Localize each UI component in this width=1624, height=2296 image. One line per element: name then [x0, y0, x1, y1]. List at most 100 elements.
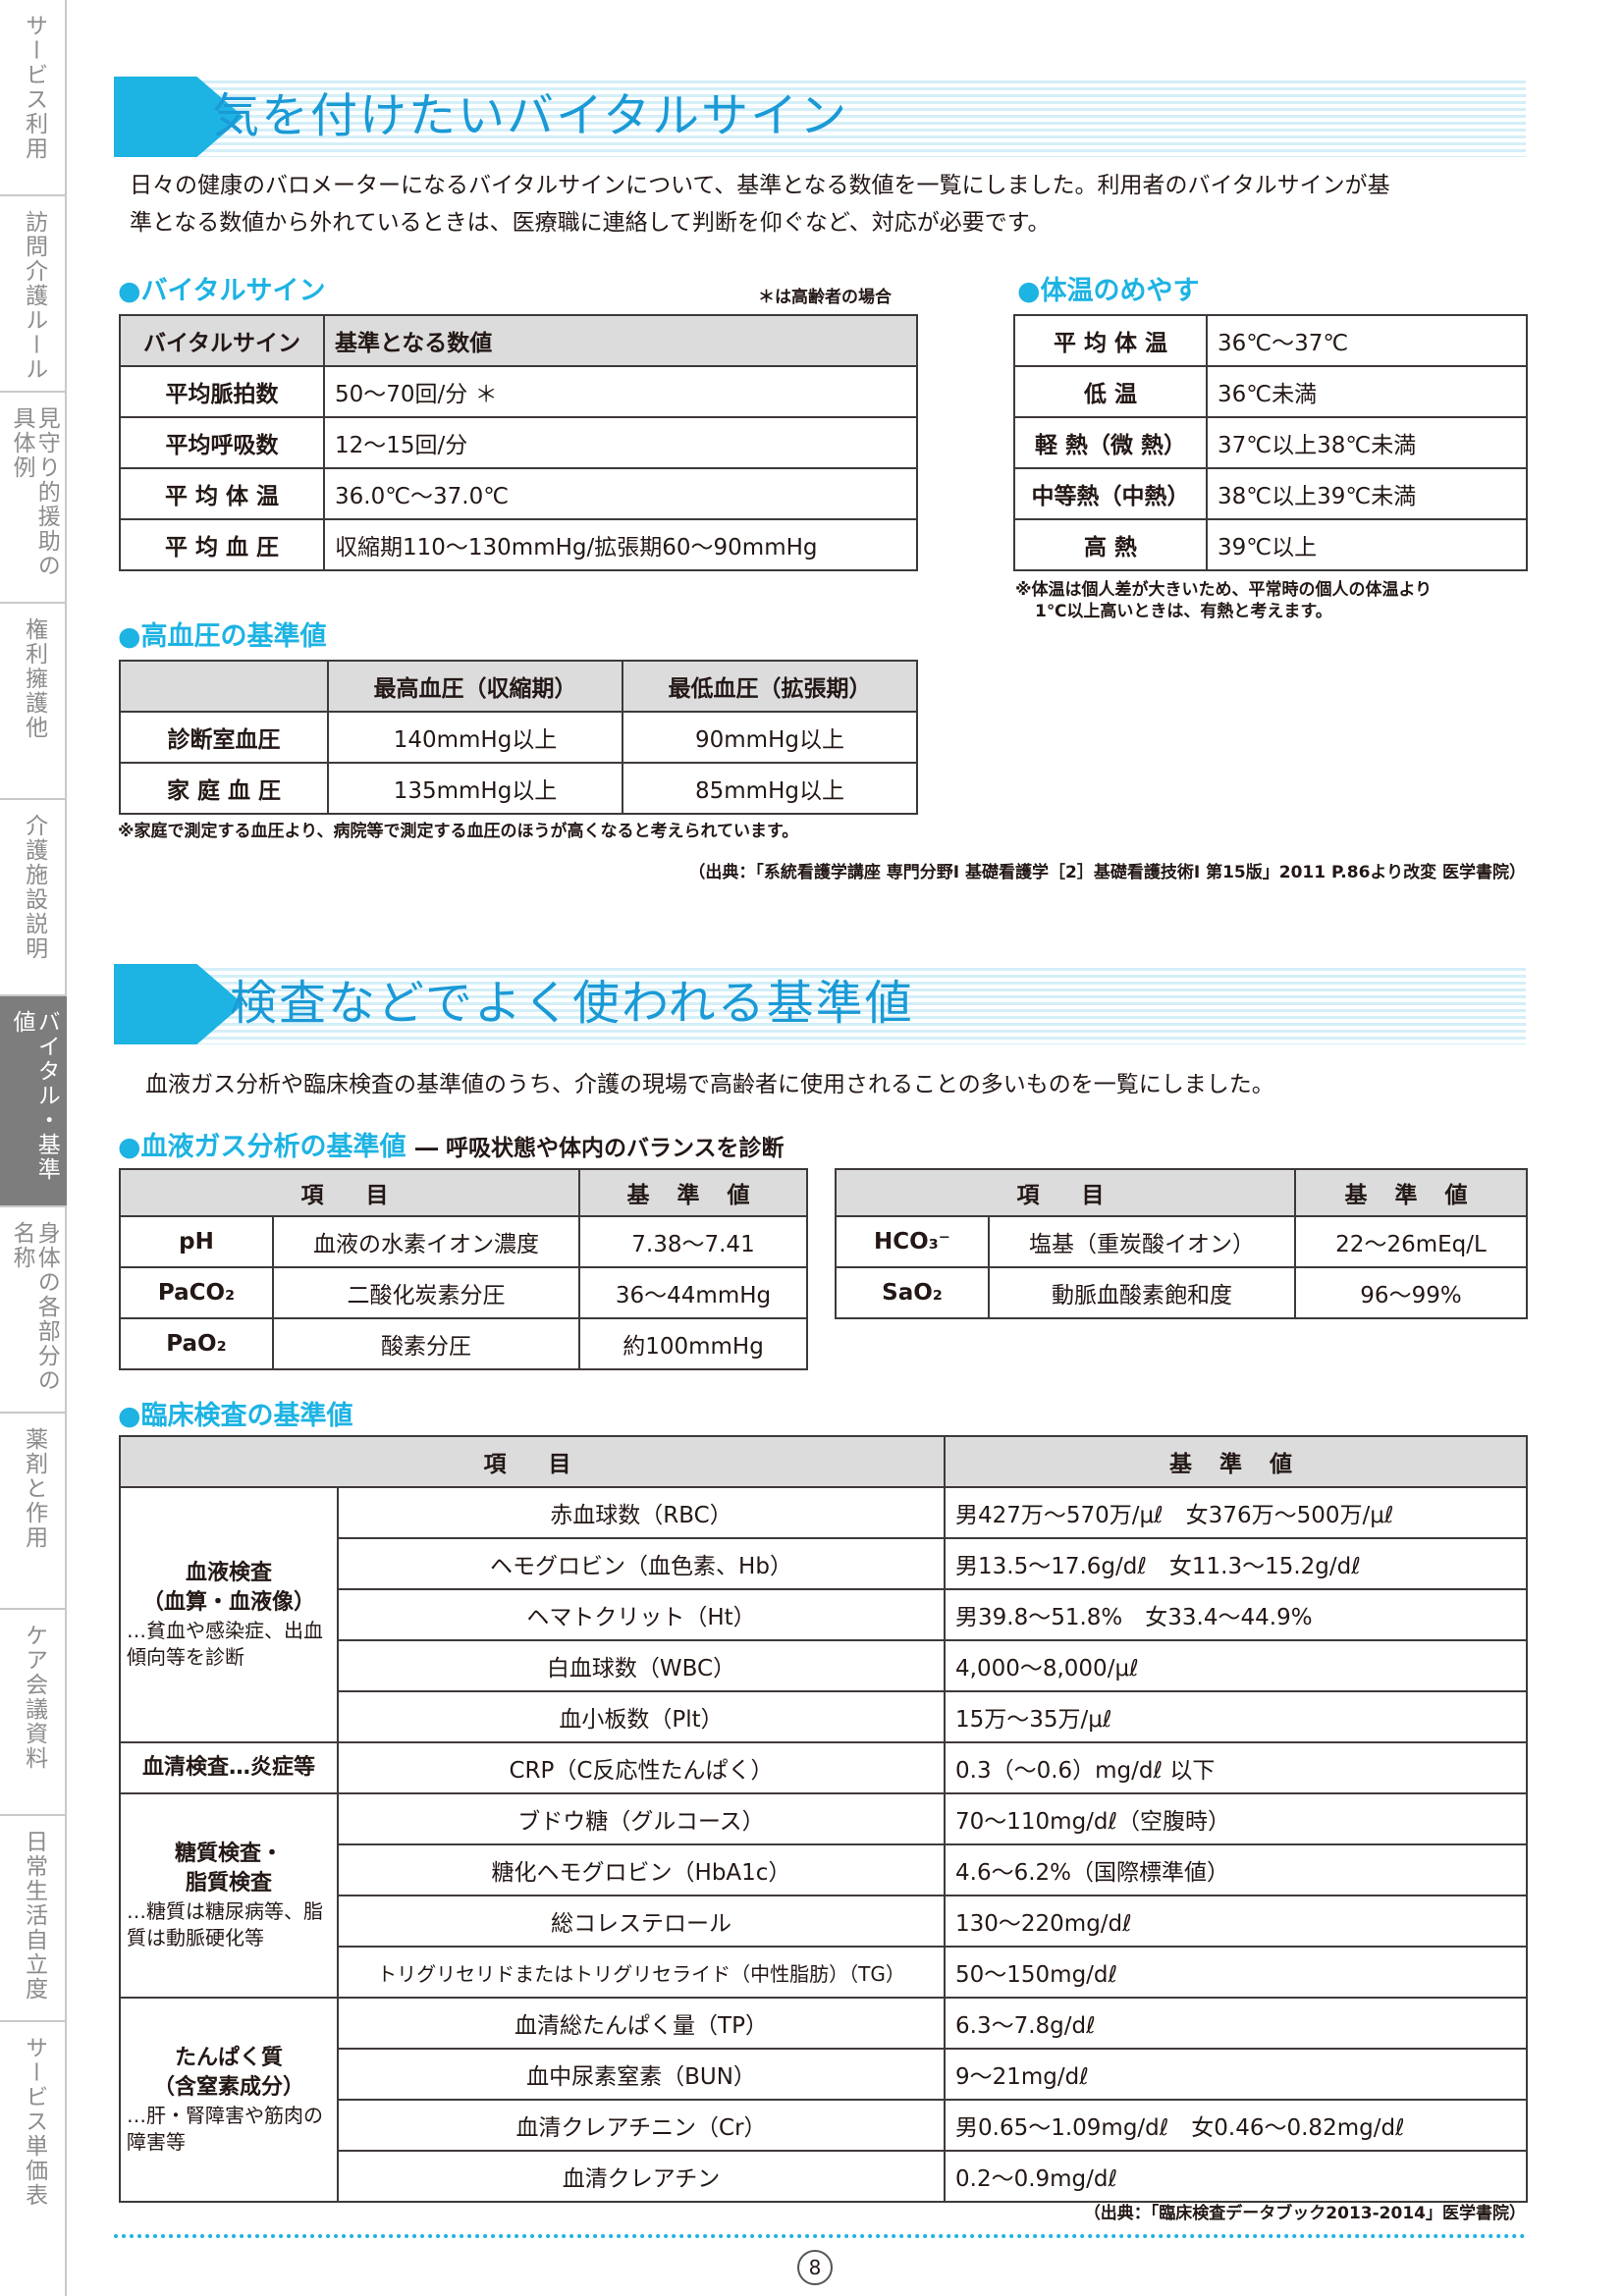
table-row: SaO₂ 動脈血酸素飽和度 96～99%: [835, 1266, 1528, 1319]
side-tab-body-parts[interactable]: 身体の各部分の名称: [0, 1207, 67, 1414]
column-header: 基 準 値: [1294, 1168, 1528, 1217]
table-header-row: 項 目 基 準 値: [119, 1435, 1528, 1488]
test-value: 男39.8～51.8% 女33.4～44.9%: [944, 1588, 1528, 1641]
blood-gas-table-right: 項 目 基 準 値 HCO₃⁻ 塩基（重炭酸イオン） 22～26mEq/L Sa…: [835, 1168, 1528, 1319]
section-lead: 日々の健康のバロメーターになるバイタルサインについて、基準となる数値を一覧にしま…: [130, 167, 1534, 241]
test-value: 男13.5～17.6g/dℓ 女11.3～15.2g/dℓ: [944, 1537, 1528, 1590]
side-tab-label: ケア会議資料: [21, 1624, 47, 1771]
side-tab-facility[interactable]: 介護施設説明: [0, 800, 67, 996]
test-value: 0.3（～0.6）mg/dℓ 以下: [944, 1741, 1528, 1794]
blood-gas-heading-sub: ― 呼吸状態や体内のバランスを診断: [414, 1136, 785, 1161]
side-tab-label: サービス利用: [21, 14, 47, 161]
column-header: 項 目: [835, 1168, 1296, 1217]
test-value: 9～21mg/dℓ: [944, 2048, 1528, 2101]
test-value: 50～150mg/dℓ: [944, 1946, 1528, 1999]
table-row: 軽 熱（微 熱） 37℃以上38℃未満: [1013, 416, 1528, 469]
temp-category: 軽 熱（微 熱）: [1013, 416, 1208, 469]
temperature-table: 平 均 体 温 36℃～37℃ 低 温 36℃未満 軽 熱（微 熱） 37℃以上…: [1013, 314, 1528, 571]
test-value: 0.2～0.9mg/dℓ: [944, 2150, 1528, 2203]
column-header: 基 準 値: [578, 1168, 808, 1217]
gas-item: 二酸化炭素分圧: [272, 1266, 580, 1319]
gas-value: 22～26mEq/L: [1294, 1215, 1528, 1268]
table-row: 診断室血圧 140mmHg以上 90mmHg以上: [119, 711, 918, 764]
temp-range: 37℃以上38℃未満: [1206, 416, 1528, 469]
gas-value: 7.38～7.41: [578, 1215, 808, 1268]
column-header: 基準となる数値: [323, 314, 918, 367]
table-row: 高 熱 39℃以上: [1013, 518, 1528, 571]
test-value: 男427万～570万/μℓ 女376万～500万/μℓ: [944, 1486, 1528, 1539]
column-header: バイタルサイン: [119, 314, 325, 367]
temp-range: 36℃～37℃: [1206, 314, 1528, 367]
group-blood-test: 血液検査 （血算・血液像） …貧血や感染症、出血傾向等を診断: [119, 1486, 339, 1743]
lead-line: 日々の健康のバロメーターになるバイタルサインについて、基準となる数値を一覧にしま…: [130, 173, 1390, 198]
clinical-heading: ●臨床検査の基準値: [118, 1401, 353, 1431]
side-tab-watching-support[interactable]: 見守り的援助の具体例: [0, 393, 67, 604]
temp-range: 39℃以上: [1206, 518, 1528, 571]
temp-category: 高 熱: [1013, 518, 1208, 571]
bp-note: ※家庭で測定する血圧より、病院等で測定する血圧のほうが高くなると考えられています…: [118, 822, 799, 841]
table-row: 低 温 36℃未満: [1013, 365, 1528, 418]
vital-value: 12～15回/分: [323, 416, 918, 469]
temp-range: 38℃以上39℃未満: [1206, 467, 1528, 520]
group-description: …肝・腎障害や筋肉の障害等: [127, 2104, 323, 2154]
side-tab-label: 介護施設説明: [21, 814, 47, 961]
column-header: 最低血圧（拡張期）: [622, 660, 918, 713]
test-value: 15万～35万/μℓ: [944, 1690, 1528, 1743]
table-row: 平均脈拍数 50～70回/分 ＊: [119, 365, 918, 418]
test-item: ヘモグロビン（血色素、Hb）: [337, 1537, 946, 1590]
table-row: 血液検査 （血算・血液像） …貧血や感染症、出血傾向等を診断 赤血球数（RBC）…: [119, 1486, 1528, 1743]
gas-item: 血液の水素イオン濃度: [272, 1215, 580, 1268]
temperature-note: ※体温は個人差が大きいため、平常時の個人の体温より 1℃以上高いときは、有熱と考…: [1015, 579, 1526, 622]
side-tab-label: 日常生活自立度: [21, 1830, 47, 2002]
test-value: 130～220mg/dℓ: [944, 1895, 1528, 1948]
side-tab-label: 見守り的援助の具体例: [9, 406, 60, 578]
test-item: トリグリセリドまたはトリグリセライド（中性脂肪）（TG）: [337, 1946, 946, 1999]
side-tab-label: サービス単価表: [21, 2036, 47, 2208]
side-tab-drugs[interactable]: 薬剤と作用: [0, 1414, 67, 1610]
group-description: …貧血や感染症、出血傾向等を診断: [127, 1619, 323, 1669]
table-row: たんぱく質 （含窒素成分） …肝・腎障害や筋肉の障害等 血清総たんぱく量（TP）…: [119, 1997, 1528, 2203]
group-subtitle: （含窒素成分）: [152, 2075, 304, 2100]
vital-name: 平均脈拍数: [119, 365, 325, 418]
table-row: 平 均 体 温 36.0℃～37.0℃: [119, 467, 918, 520]
section-banner-vital: 気を付けたいバイタルサイン: [114, 77, 1526, 157]
gas-item: 塩基（重炭酸イオン）: [988, 1215, 1296, 1268]
group-protein-test: たんぱく質 （含窒素成分） …肝・腎障害や筋肉の障害等: [119, 1997, 339, 2203]
bp-setting: 家 庭 血 圧: [119, 762, 329, 815]
table-header-row: 最高血圧（収縮期） 最低血圧（拡張期）: [119, 660, 918, 713]
test-item: 血清クレアチン: [337, 2150, 946, 2203]
bp-setting: 診断室血圧: [119, 711, 329, 764]
side-tab-independence[interactable]: 日常生活自立度: [0, 1816, 67, 2022]
test-value: 4,000～8,000/μℓ: [944, 1639, 1528, 1692]
table-row: 平 均 血 圧 収縮期110～130mmHg/拡張期60～90mmHg: [119, 518, 918, 571]
vital-sign-table: バイタルサイン 基準となる数値 平均脈拍数 50～70回/分 ＊ 平均呼吸数 1…: [119, 314, 918, 571]
note-line: ※体温は個人差が大きいため、平常時の個人の体温より: [1015, 580, 1433, 600]
group-subtitle: 脂質検査: [185, 1871, 272, 1896]
vital-heading: ●バイタルサイン: [118, 276, 326, 306]
bp-diastolic: 85mmHg以上: [622, 762, 918, 815]
section-lead: 血液ガス分析や臨床検査の基準値のうち、介護の現場で高齢者に使用されることの多いも…: [145, 1072, 1274, 1097]
test-item: 血清総たんぱく量（TP）: [337, 1997, 946, 2050]
side-tab-label: 身体の各部分の名称: [9, 1221, 60, 1393]
source-citation: （出典：「臨床検査データブック2013-2014」医学書院）: [1083, 2204, 1526, 2223]
column-header: 最高血圧（収縮期）: [327, 660, 623, 713]
gas-value: 96～99%: [1294, 1266, 1528, 1319]
side-tab-home-care-rules[interactable]: 訪問介護ルール: [0, 196, 67, 393]
side-tab-vital-standards[interactable]: バイタル・基準値: [0, 996, 67, 1207]
side-tab-service-use[interactable]: サービス利用: [0, 0, 67, 196]
gas-symbol: SaO₂: [835, 1266, 990, 1319]
hypertension-table: 最高血圧（収縮期） 最低血圧（拡張期） 診断室血圧 140mmHg以上 90mm…: [119, 660, 918, 815]
table-header-row: 項 目 基 準 値: [835, 1168, 1528, 1217]
section-title: 検査などでよく使われる基準値: [230, 976, 914, 1031]
bp-diastolic: 90mmHg以上: [622, 711, 918, 764]
temp-category: 中等熱（中熱）: [1013, 467, 1208, 520]
side-tab-unit-price[interactable]: サービス単価表: [0, 2022, 67, 2248]
side-tab-care-meeting[interactable]: ケア会議資料: [0, 1610, 67, 1816]
elderly-note: ＊は高齢者の場合: [758, 288, 892, 307]
temp-range: 36℃未満: [1206, 365, 1528, 418]
temp-heading: ●体温のめやす: [1017, 276, 1200, 306]
bp-heading: ●高血圧の基準値: [118, 621, 327, 652]
side-tab-rights[interactable]: 権利擁護他: [0, 604, 67, 800]
table-row: 糖質検査・ 脂質検査 …糖質は糖尿病等、脂質は動脈硬化等 ブドウ糖（グルコース）…: [119, 1792, 1528, 1999]
vital-value: 36.0℃～37.0℃: [323, 467, 918, 520]
